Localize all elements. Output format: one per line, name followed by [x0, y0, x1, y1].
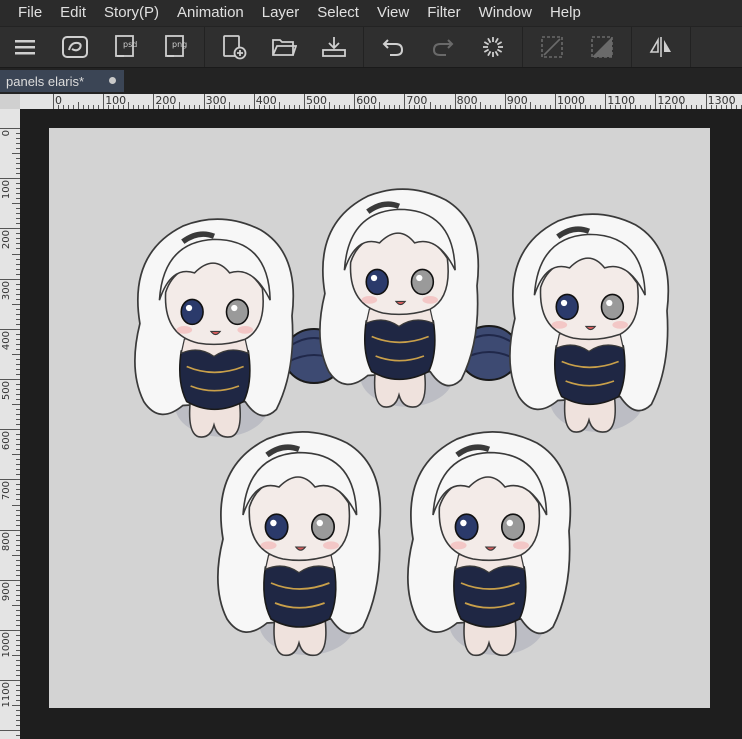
ruler-label: 400	[1, 330, 12, 350]
menu-file[interactable]: File	[0, 0, 51, 26]
menu-bar: File Edit Story(P) Animation Layer Select View…	[0, 0, 742, 27]
clip-studio-icon[interactable]	[58, 30, 92, 64]
ruler-label: 600	[1, 431, 12, 451]
ruler-label: 900	[1, 581, 12, 601]
ruler-label: 800	[1, 531, 12, 551]
toolbar-separator	[363, 27, 364, 67]
ruler-label: 1000	[1, 632, 12, 658]
menu-storyp[interactable]: Story(P)	[95, 0, 168, 26]
menu-layer[interactable]: Layer	[253, 0, 309, 26]
chibi-figure-bottom-right	[407, 431, 572, 657]
toolbar-separator	[204, 27, 205, 67]
chibi-figure-top-right	[509, 213, 670, 433]
ruler-label: 200	[1, 230, 12, 250]
invert-selection-icon[interactable]	[585, 30, 619, 64]
menu-window[interactable]: Window	[470, 0, 541, 26]
ruler-label: 300	[1, 280, 12, 300]
chibi-figure-top-left	[134, 218, 295, 438]
svg-text:psd: psd	[123, 40, 137, 49]
loading-spinner-icon[interactable]	[476, 30, 510, 64]
ruler-label: 100	[1, 180, 12, 200]
chibi-figure-top-center	[319, 188, 480, 408]
ruler-corner	[0, 94, 20, 109]
close-tab-icon[interactable]	[109, 77, 116, 84]
menu-edit[interactable]: Edit	[51, 0, 95, 26]
menu-help[interactable]: Help	[541, 0, 590, 26]
ruler-label: 500	[1, 381, 12, 401]
export-psd-icon[interactable]: psd	[108, 30, 142, 64]
menu-view[interactable]: View	[368, 0, 418, 26]
document-tab-bar: panels elaris*	[0, 68, 742, 94]
svg-text:png: png	[172, 40, 187, 49]
chibi-figure-bottom-left	[217, 431, 382, 657]
document-tab-title: panels elaris*	[6, 73, 85, 89]
horizontal-ruler[interactable]: 0 100 200 300 400 500 600 700 800 900 1000 1100 1200…	[20, 94, 742, 109]
toolbar: psd png	[0, 27, 742, 68]
toolbar-separator	[631, 27, 632, 67]
new-file-icon[interactable]	[217, 30, 251, 64]
ruler-label: 1100	[1, 682, 12, 708]
undo-icon[interactable]	[376, 30, 410, 64]
menu-icon[interactable]	[8, 30, 42, 64]
toolbar-separator	[522, 27, 523, 67]
flip-horizontal-icon[interactable]	[644, 30, 678, 64]
chibi-characters-illustration	[134, 188, 670, 657]
open-folder-icon[interactable]	[267, 30, 301, 64]
menu-animation[interactable]: Animation	[168, 0, 253, 26]
ruler-label: 700	[1, 481, 12, 501]
menu-filter[interactable]: Filter	[418, 0, 469, 26]
clear-selection-icon[interactable]	[535, 30, 569, 64]
redo-icon[interactable]	[426, 30, 460, 64]
ruler-label: 0	[1, 130, 12, 137]
toolbar-separator	[690, 27, 691, 67]
document-tab[interactable]: panels elaris*	[0, 70, 124, 92]
save-icon[interactable]	[317, 30, 351, 64]
vertical-ruler[interactable]: 0 100 200 300 400 500 600 700 800 900 1000 1100	[0, 109, 20, 739]
menu-select[interactable]: Select	[308, 0, 368, 26]
export-png-icon[interactable]: png	[158, 30, 192, 64]
canvas[interactable]	[49, 128, 710, 708]
